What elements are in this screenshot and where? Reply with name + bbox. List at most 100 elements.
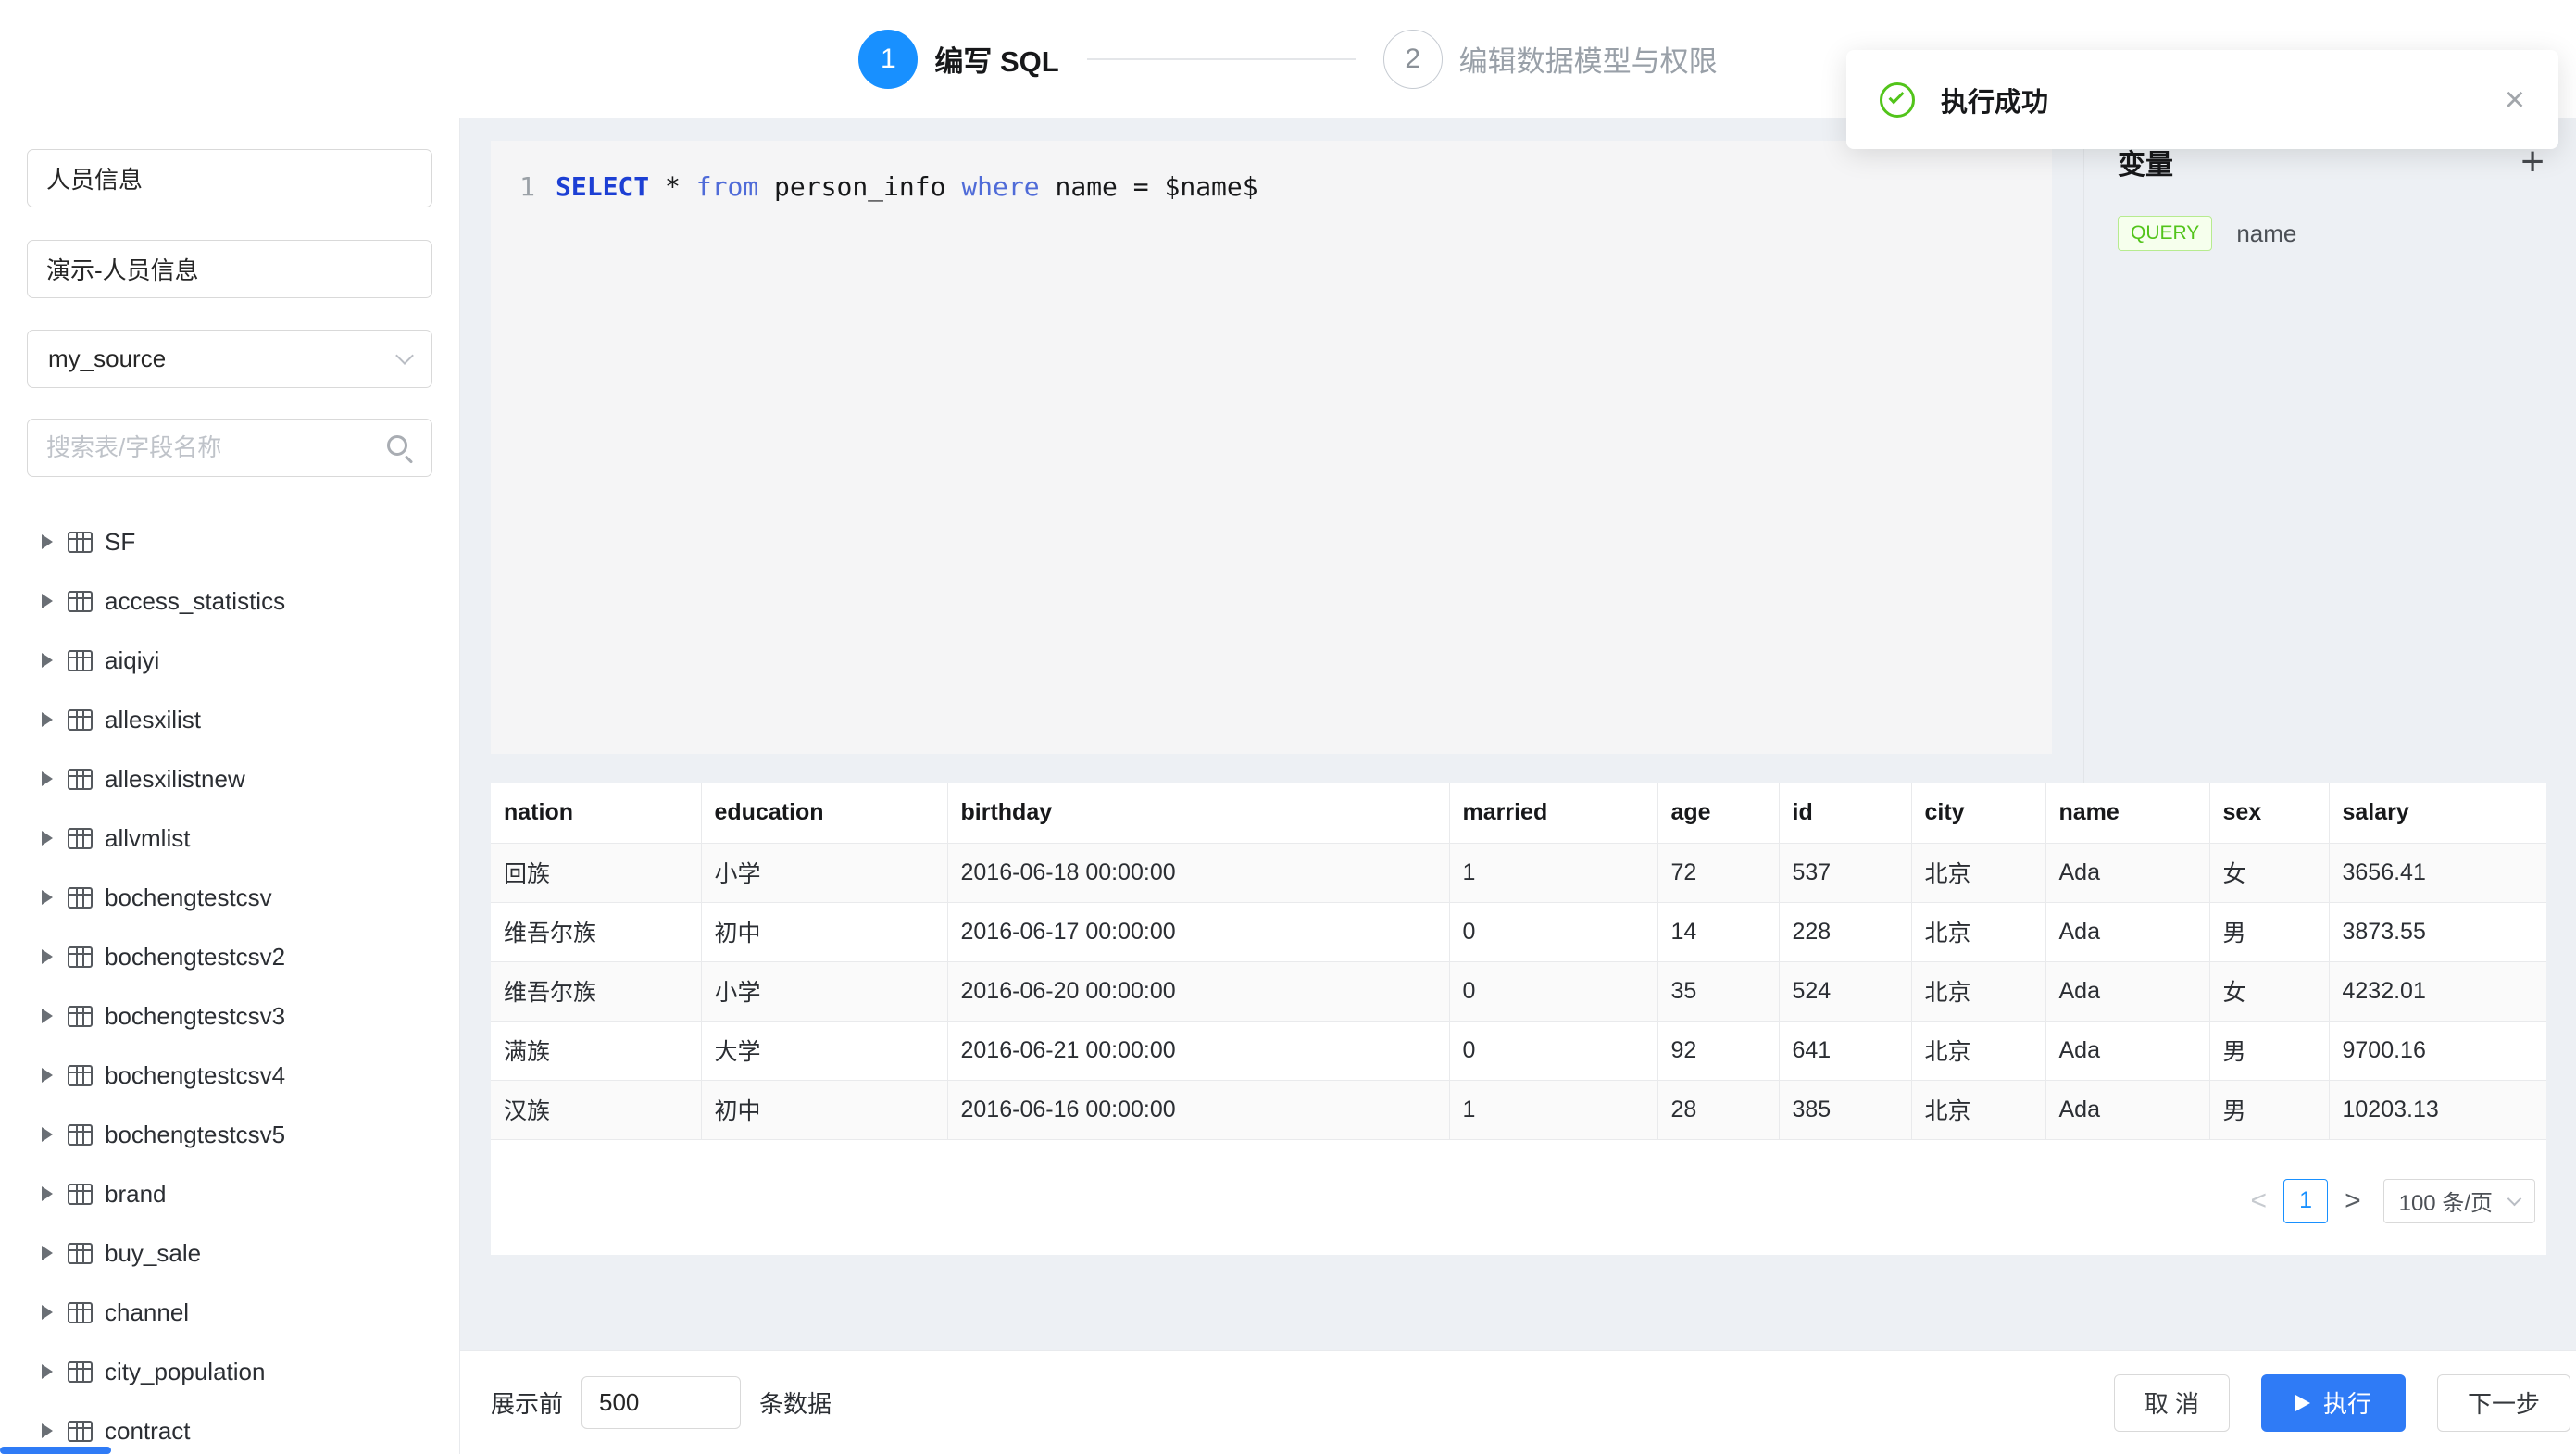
caret-right-icon[interactable] <box>42 1305 53 1320</box>
caret-right-icon[interactable] <box>42 594 53 608</box>
sql-editor[interactable]: 1 SELECT * from person_info where name =… <box>491 141 2052 754</box>
table-cell: 2016-06-16 00:00:00 <box>947 1080 1449 1139</box>
success-toast: 执行成功 × <box>1846 50 2558 149</box>
caret-right-icon[interactable] <box>42 1009 53 1023</box>
next-page-button[interactable]: > <box>2335 1185 2370 1217</box>
caret-right-icon[interactable] <box>42 771 53 786</box>
caret-right-icon[interactable] <box>42 712 53 727</box>
table-cell: 男 <box>2209 902 2329 961</box>
tree-item-bochengtestcsv[interactable]: bochengtestcsv <box>27 868 431 927</box>
caret-right-icon[interactable] <box>42 890 53 905</box>
caret-right-icon[interactable] <box>42 831 53 846</box>
tree-item-allvmlist[interactable]: allvmlist <box>27 808 431 868</box>
tree-item-access_statistics[interactable]: access_statistics <box>27 571 431 631</box>
tree-item-allesxilistnew[interactable]: allesxilistnew <box>27 749 431 808</box>
tree-item-bochengtestcsv3[interactable]: bochengtestcsv3 <box>27 986 431 1046</box>
tree-item-brand[interactable]: brand <box>27 1164 431 1223</box>
table-cell: 初中 <box>701 902 947 961</box>
tree-item-buy_sale[interactable]: buy_sale <box>27 1223 431 1283</box>
datasource-select[interactable]: my_source <box>27 330 432 388</box>
pagination: < 1 > 100 条/页 <box>491 1140 2546 1223</box>
dataset-display-name-input[interactable] <box>27 240 432 298</box>
cancel-button[interactable]: 取 消 <box>2114 1374 2230 1432</box>
tree-item-bochengtestcsv4[interactable]: bochengtestcsv4 <box>27 1046 431 1105</box>
tree-item-bochengtestcsv5[interactable]: bochengtestcsv5 <box>27 1105 431 1164</box>
horizontal-scrollbar-thumb[interactable] <box>0 1447 111 1454</box>
datasource-selected-value: my_source <box>48 345 166 373</box>
table-row: 汉族初中2016-06-16 00:00:00128385北京Ada男10203… <box>491 1080 2546 1139</box>
caret-right-icon[interactable] <box>42 949 53 964</box>
tree-item-allesxilist[interactable]: allesxilist <box>27 690 431 749</box>
table-cell: 10203.13 <box>2329 1080 2546 1139</box>
table-row: 回族小学2016-06-18 00:00:00172537北京Ada女3656.… <box>491 843 2546 902</box>
run-button[interactable]: 执行 <box>2261 1374 2406 1432</box>
caret-right-icon[interactable] <box>42 534 53 549</box>
main-area: 1 SELECT * from person_info where name =… <box>460 118 2576 1454</box>
current-page-button[interactable]: 1 <box>2283 1179 2328 1223</box>
search-box[interactable] <box>27 419 432 477</box>
tree-item-aiqiyi[interactable]: aiqiyi <box>27 631 431 690</box>
caret-right-icon[interactable] <box>42 1246 53 1260</box>
step-2[interactable]: 2 编辑数据模型与权限 <box>1383 30 1718 89</box>
play-icon <box>2295 1395 2310 1411</box>
table-name: SF <box>105 528 135 557</box>
tree-item-bochengtestcsv2[interactable]: bochengtestcsv2 <box>27 927 431 986</box>
table-cell: 北京 <box>1911 843 2045 902</box>
table-icon <box>68 1243 93 1264</box>
table-name: aiqiyi <box>105 646 159 675</box>
page-size-select[interactable]: 100 条/页 <box>2383 1179 2535 1223</box>
column-header-city: city <box>1911 783 2045 843</box>
caret-right-icon[interactable] <box>42 1364 53 1379</box>
table-name: allesxilist <box>105 706 201 734</box>
table-cell: 385 <box>1779 1080 1911 1139</box>
table-cell: 2016-06-20 00:00:00 <box>947 961 1449 1021</box>
table-row: 维吾尔族小学2016-06-20 00:00:00035524北京Ada女423… <box>491 961 2546 1021</box>
table-cell: 72 <box>1657 843 1779 902</box>
table-cell: Ada <box>2045 1021 2209 1080</box>
table-cell: 537 <box>1779 843 1911 902</box>
table-name: bochengtestcsv4 <box>105 1061 285 1090</box>
table-cell: 2016-06-18 00:00:00 <box>947 843 1449 902</box>
table-cell: 北京 <box>1911 1080 2045 1139</box>
table-icon <box>68 1065 93 1086</box>
row-limit-input[interactable] <box>581 1376 741 1429</box>
next-step-button[interactable]: 下一步 <box>2437 1374 2570 1432</box>
sql-code-line: SELECT * from person_info where name = $… <box>556 167 1258 207</box>
table-cell: 小学 <box>701 961 947 1021</box>
table-icon <box>68 1302 93 1323</box>
table-name: bochengtestcsv2 <box>105 943 285 971</box>
table-icon <box>68 1184 93 1205</box>
close-icon[interactable]: × <box>2505 82 2525 118</box>
caret-right-icon[interactable] <box>42 653 53 668</box>
prev-page-button[interactable]: < <box>2242 1185 2277 1217</box>
caret-right-icon[interactable] <box>42 1423 53 1438</box>
search-icon <box>385 433 415 463</box>
caret-right-icon[interactable] <box>42 1127 53 1142</box>
column-header-nation: nation <box>491 783 701 843</box>
step-1[interactable]: 1 编写 SQL <box>858 30 1058 89</box>
tree-item-channel[interactable]: channel <box>27 1283 431 1342</box>
footer-actions: 取 消 执行 下一步 <box>2114 1374 2570 1432</box>
table-cell: 女 <box>2209 843 2329 902</box>
variable-item: QUERYname <box>2118 216 2545 251</box>
page-size-value: 100 条/页 <box>2399 1185 2493 1217</box>
caret-right-icon[interactable] <box>42 1186 53 1201</box>
table-cell: 4232.01 <box>2329 961 2546 1021</box>
success-check-icon <box>1880 82 1915 118</box>
caret-right-icon[interactable] <box>42 1068 53 1083</box>
table-cell: 92 <box>1657 1021 1779 1080</box>
variables-panel: 变量 + QUERYname <box>2083 118 2576 783</box>
tree-item-city_population[interactable]: city_population <box>27 1342 431 1401</box>
table-name: bochengtestcsv3 <box>105 1002 285 1031</box>
table-icon <box>68 650 93 671</box>
table-cell: 2016-06-21 00:00:00 <box>947 1021 1449 1080</box>
dataset-name-input[interactable] <box>27 149 432 207</box>
table-name: brand <box>105 1180 167 1209</box>
tree-item-SF[interactable]: SF <box>27 512 431 571</box>
sidebar: my_source SF access_statisticsaiqiyi alles… <box>0 118 460 1454</box>
table-icon <box>68 769 93 790</box>
step-2-circle: 2 <box>1383 30 1443 89</box>
body: my_source SF access_statisticsaiqiyi alles… <box>0 118 2576 1454</box>
table-cell: 1 <box>1449 843 1657 902</box>
search-input[interactable] <box>28 420 385 476</box>
